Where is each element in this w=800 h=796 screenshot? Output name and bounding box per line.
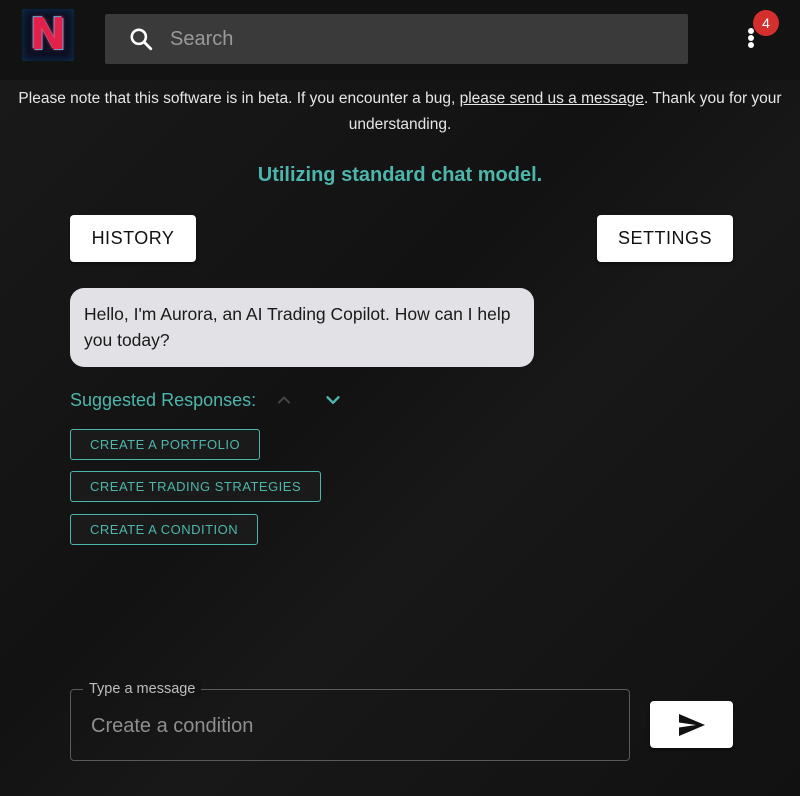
notification-badge: 4 xyxy=(753,10,779,36)
beta-notice-text-before: Please note that this software is in bet… xyxy=(18,90,460,107)
chevron-down-icon[interactable] xyxy=(322,389,344,411)
search-icon xyxy=(130,28,153,51)
history-button[interactable]: HISTORY xyxy=(70,215,196,262)
suggestion-create-portfolio[interactable]: CREATE A PORTFOLIO xyxy=(70,429,261,460)
send-icon xyxy=(678,713,705,736)
suggestion-create-condition[interactable]: CREATE A CONDITION xyxy=(70,514,259,545)
top-app-bar: N 4 xyxy=(0,0,800,80)
logo-letter: N xyxy=(29,9,67,60)
send-button[interactable] xyxy=(650,701,733,748)
app-logo[interactable]: N xyxy=(22,9,74,61)
chevron-up-icon[interactable] xyxy=(274,390,294,410)
model-status: Utilizing standard chat model. xyxy=(257,164,543,186)
suggestion-create-trading-strategies[interactable]: CREATE TRADING STRATEGIES xyxy=(70,471,322,502)
assistant-message-bubble: Hello, I'm Aurora, an AI Trading Copilot… xyxy=(70,288,534,367)
assistant-message-text: Hello, I'm Aurora, an AI Trading Copilot… xyxy=(84,304,511,350)
beta-notice: Please note that this software is in bet… xyxy=(0,86,800,138)
message-field[interactable]: Type a message xyxy=(70,680,630,761)
search-bar[interactable] xyxy=(105,13,688,65)
suggested-responses-header: Suggested Responses: xyxy=(70,389,344,411)
app-page: N 4 Please note that this software is in… xyxy=(0,0,800,796)
settings-button[interactable]: SETTINGS xyxy=(597,215,733,262)
suggested-responses-label: Suggested Responses: xyxy=(70,389,257,410)
message-field-label: Type a message xyxy=(83,680,202,698)
search-input[interactable] xyxy=(168,13,688,65)
message-input[interactable] xyxy=(89,708,613,744)
send-message-link[interactable]: please send us a message xyxy=(460,90,644,107)
